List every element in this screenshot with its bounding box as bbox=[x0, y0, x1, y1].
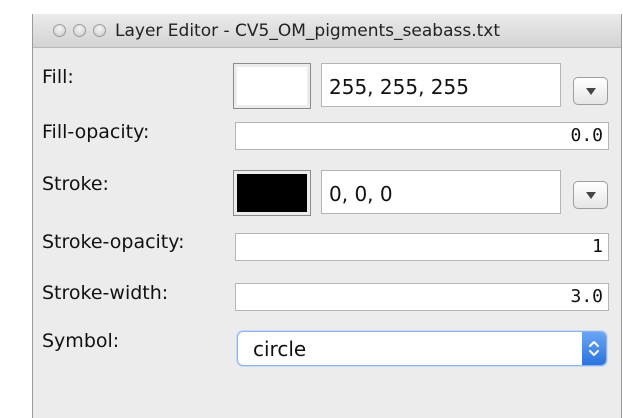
symbol-select[interactable]: circle bbox=[237, 331, 607, 366]
stroke-label: Stroke: bbox=[42, 173, 109, 195]
zoom-icon[interactable] bbox=[93, 24, 106, 37]
window-title: Layer Editor - CV5_OM_pigments_seabass.t… bbox=[115, 21, 500, 41]
fill-dropdown-button[interactable] bbox=[573, 77, 608, 105]
minimize-icon[interactable] bbox=[73, 24, 86, 37]
stroke-opacity-label: Stroke-opacity: bbox=[42, 231, 185, 253]
title-bar[interactable]: Layer Editor - CV5_OM_pigments_seabass.t… bbox=[33, 14, 621, 48]
fill-opacity-label: Fill-opacity: bbox=[42, 121, 150, 143]
stroke-opacity-field[interactable]: 1 bbox=[235, 233, 609, 261]
stroke-color-preview bbox=[237, 174, 307, 212]
fill-label: Fill: bbox=[42, 66, 74, 88]
fill-opacity-field[interactable]: 0.0 bbox=[235, 122, 609, 150]
stroke-width-field[interactable]: 3.0 bbox=[235, 283, 609, 311]
stroke-color-field[interactable]: 0, 0, 0 bbox=[321, 170, 561, 214]
fill-color-field[interactable]: 255, 255, 255 bbox=[321, 63, 561, 107]
chevron-down-icon bbox=[586, 88, 596, 95]
stroke-width-label: Stroke-width: bbox=[42, 282, 169, 304]
close-icon[interactable] bbox=[53, 24, 66, 37]
fill-color-preview bbox=[237, 67, 307, 105]
chevron-down-icon bbox=[586, 192, 596, 199]
stroke-dropdown-button[interactable] bbox=[573, 181, 608, 209]
fill-color-swatch[interactable] bbox=[233, 63, 311, 109]
symbol-select-value: circle bbox=[253, 337, 307, 361]
layer-editor-window: Layer Editor - CV5_OM_pigments_seabass.t… bbox=[32, 14, 622, 418]
stroke-color-swatch[interactable] bbox=[233, 170, 311, 216]
up-down-chevron-icon[interactable] bbox=[582, 332, 606, 365]
symbol-label: Symbol: bbox=[42, 330, 120, 352]
